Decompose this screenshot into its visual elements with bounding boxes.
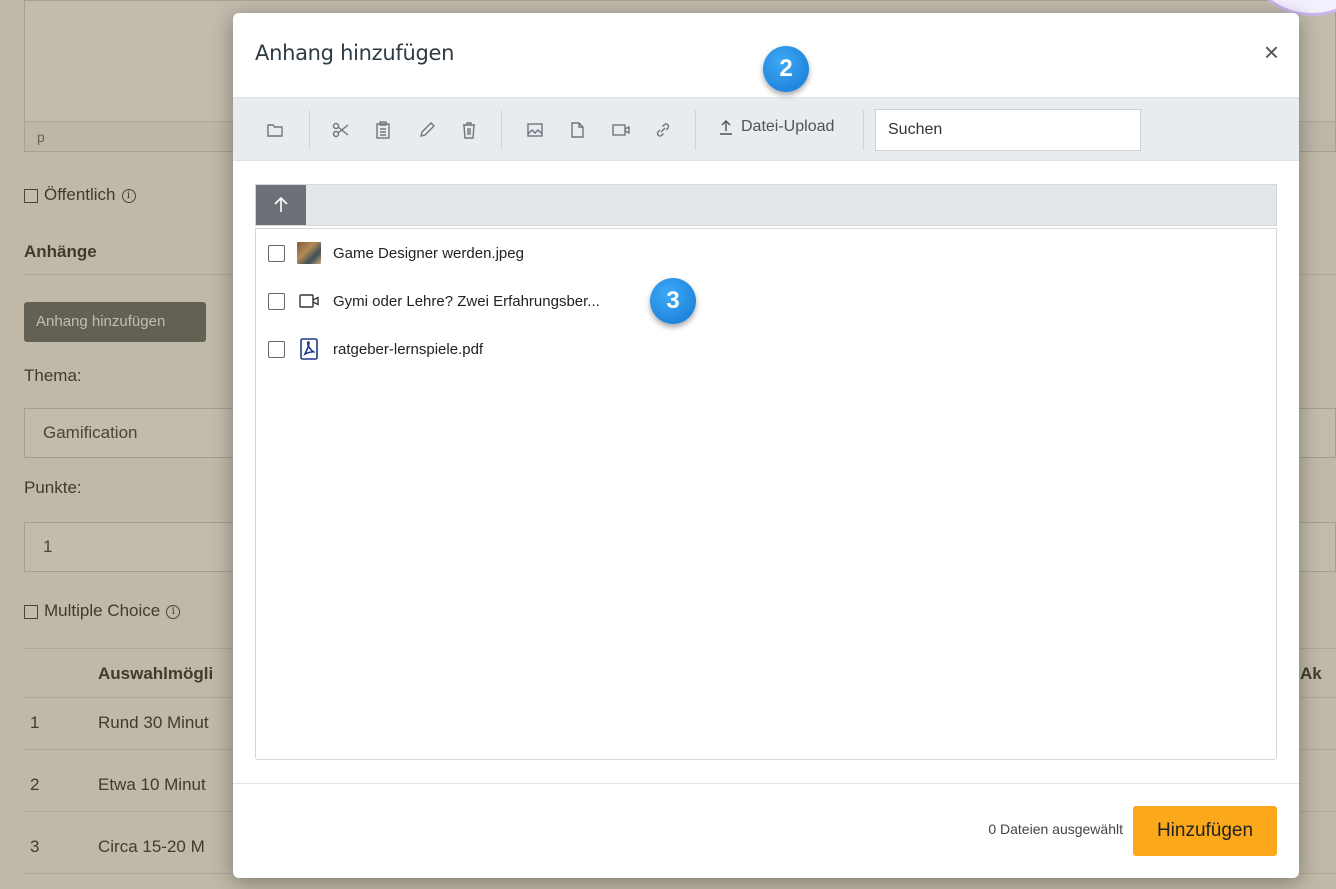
file-toolbar: Datei-Upload (233, 97, 1299, 161)
cut-icon[interactable] (331, 120, 351, 140)
filter-link-icon[interactable] (653, 120, 673, 140)
file-name[interactable]: ratgeber-lernspiele.pdf (333, 341, 483, 358)
add-button[interactable]: Hinzufügen (1133, 806, 1277, 856)
file-name[interactable]: Gymi oder Lehre? Zwei Erfahrungsber... (333, 293, 600, 310)
toolbar-divider (863, 110, 864, 150)
file-upload-button[interactable]: Datei-Upload (717, 118, 834, 136)
path-breadcrumb-bar (255, 184, 1277, 226)
new-folder-icon[interactable] (265, 120, 285, 140)
file-name[interactable]: Game Designer werden.jpeg (333, 245, 524, 262)
file-checkbox[interactable] (268, 244, 285, 262)
list-item[interactable]: ratgeber-lernspiele.pdf (268, 337, 483, 361)
list-item[interactable]: Gymi oder Lehre? Zwei Erfahrungsber... (268, 289, 600, 313)
pdf-icon (297, 337, 321, 361)
filter-video-icon[interactable] (611, 120, 631, 140)
file-upload-label: Datei-Upload (741, 118, 835, 135)
parent-folder-button[interactable] (256, 185, 306, 225)
dialog-title: Anhang hinzufügen (255, 41, 455, 65)
close-icon[interactable]: × (1264, 39, 1279, 65)
image-thumbnail-icon (297, 241, 321, 265)
list-item[interactable]: Game Designer werden.jpeg (268, 241, 524, 265)
toolbar-divider (501, 110, 502, 150)
file-checkbox[interactable] (268, 340, 285, 358)
attachment-dialog: Anhang hinzufügen × Datei-Upload Suchen … (233, 13, 1299, 878)
video-icon (297, 289, 321, 313)
file-list: Game Designer werden.jpeg Gymi oder Lehr… (255, 228, 1277, 760)
toolbar-divider (309, 110, 310, 150)
callout-badge: 3 (650, 278, 696, 324)
arrow-up-icon (274, 196, 288, 212)
file-checkbox[interactable] (268, 292, 285, 310)
search-input[interactable] (875, 109, 1141, 151)
paste-icon[interactable] (373, 120, 393, 140)
callout-badge: 2 (763, 46, 809, 92)
selected-files-count: 0 Dateien ausgewählt (988, 821, 1123, 837)
toolbar-divider (695, 110, 696, 150)
dialog-footer: 0 Dateien ausgewählt Hinzufügen (233, 783, 1299, 878)
delete-trash-icon[interactable] (459, 120, 479, 140)
upload-icon (720, 120, 732, 135)
filter-document-icon[interactable] (567, 120, 587, 140)
filter-image-icon[interactable] (525, 120, 545, 140)
rename-pencil-icon[interactable] (417, 120, 437, 140)
